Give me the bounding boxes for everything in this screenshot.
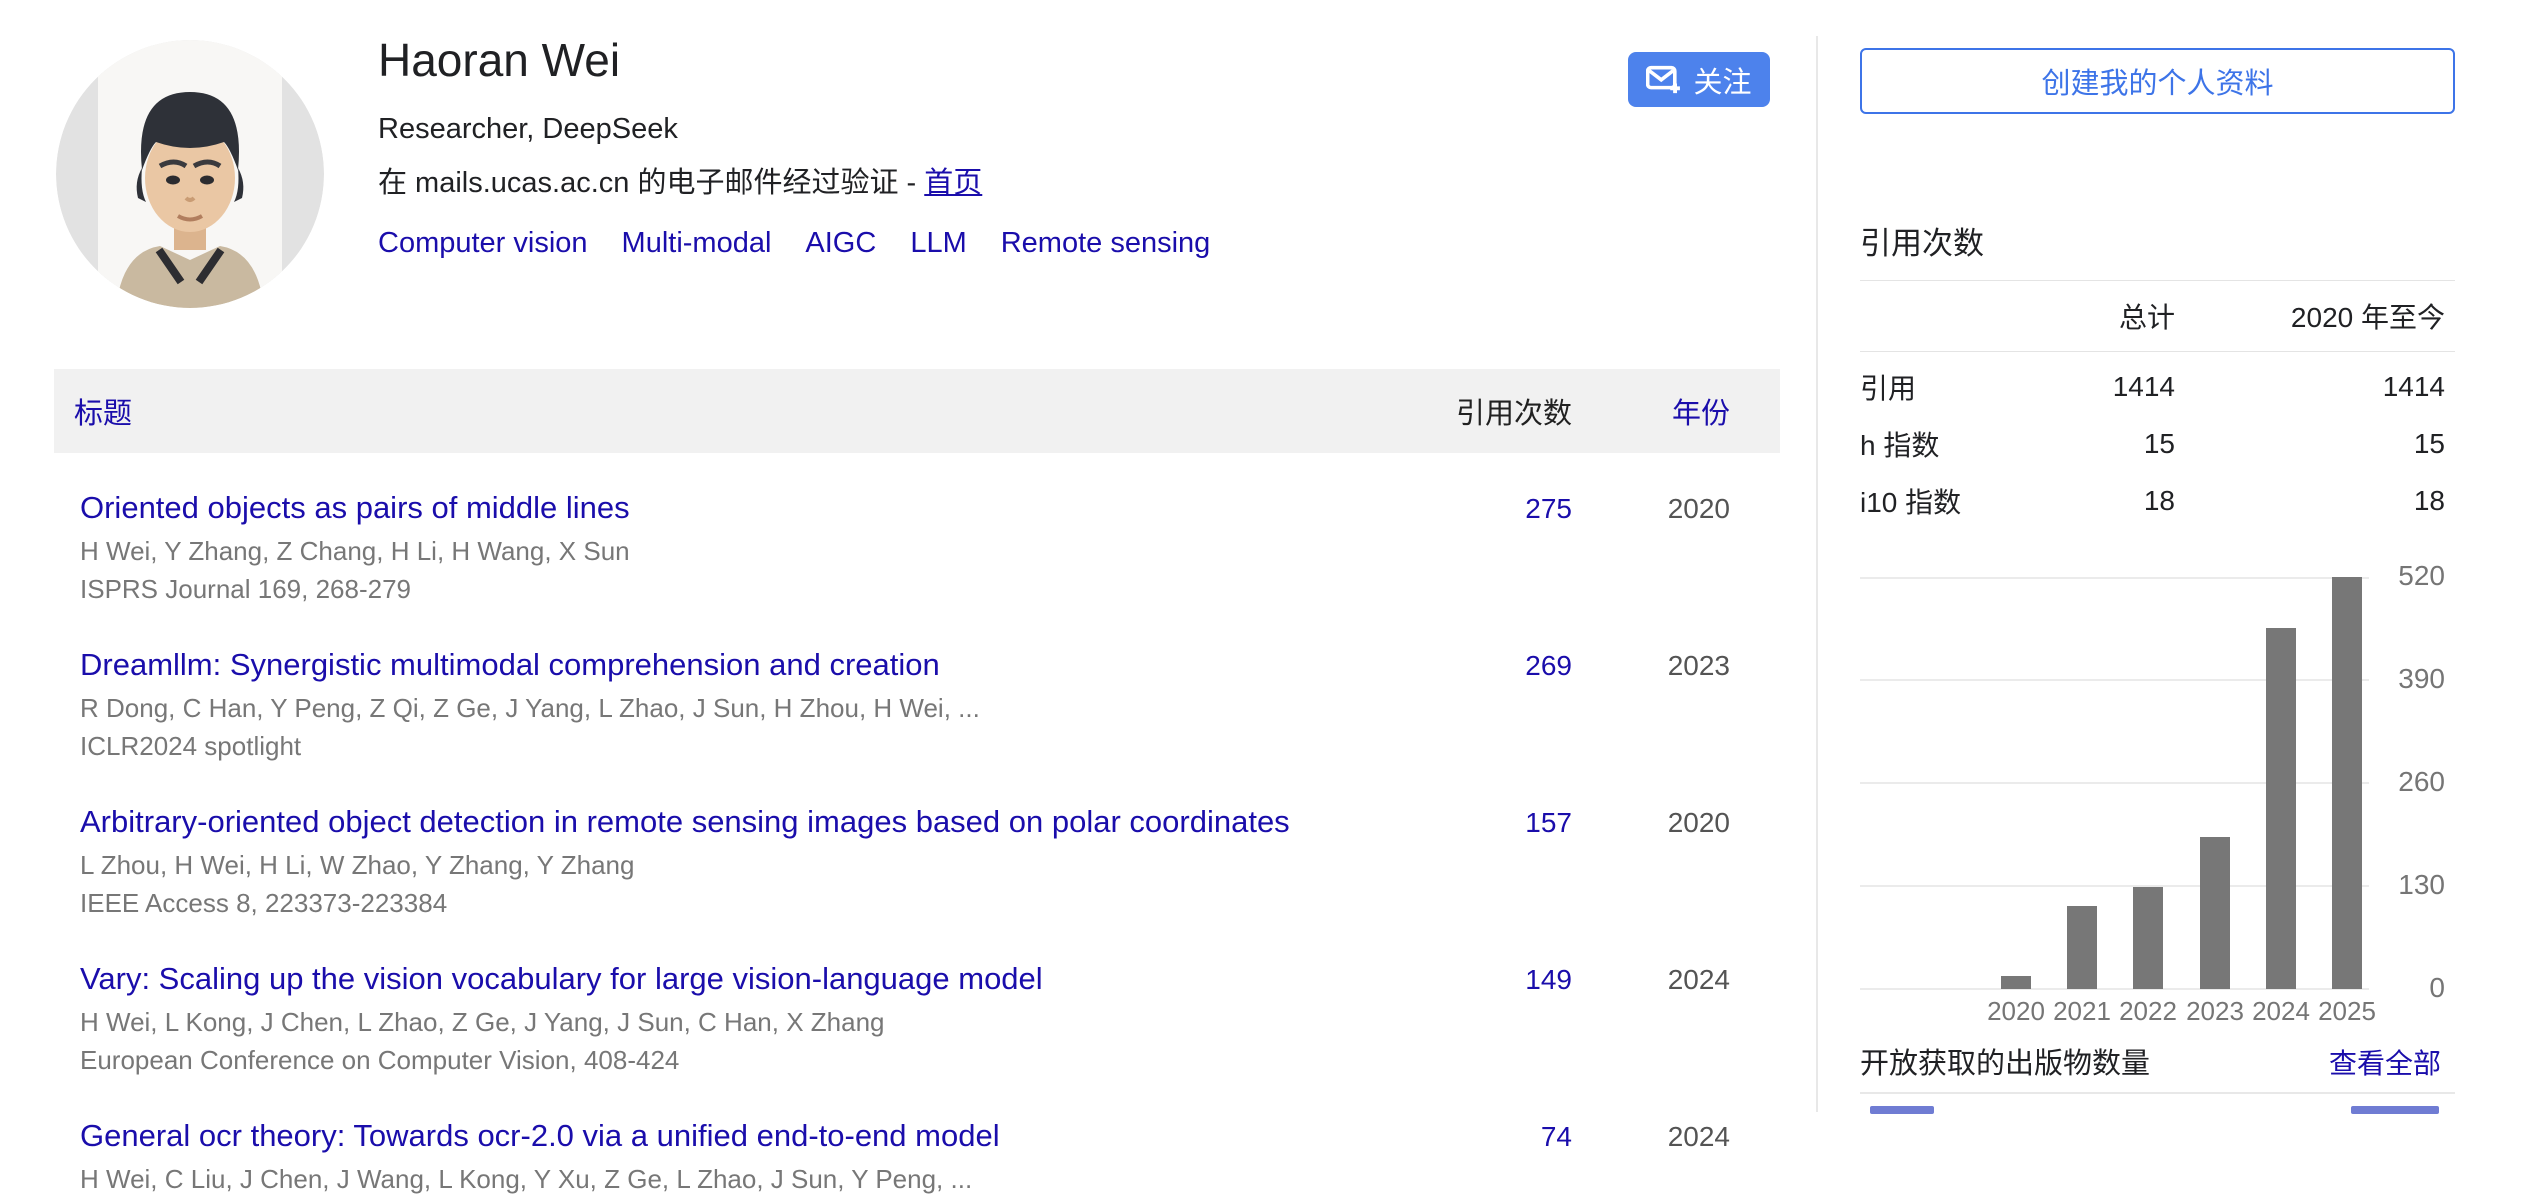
stats-row-citations: 引用 1414 1414: [1860, 358, 2455, 415]
publication-row: Oriented objects as pairs of middle line…: [54, 490, 1780, 605]
interest-tag[interactable]: Remote sensing: [1001, 227, 1211, 260]
verified-email-line: 在 mails.ucas.ac.cn 的电子邮件经过验证 - 首页: [378, 159, 1210, 201]
stats-total-value: 18: [1995, 485, 2175, 517]
citations-chart-plot: [1860, 577, 2369, 989]
publication-authors: R Dong, C Han, Y Peng, Z Qi, Z Ge, J Yan…: [80, 693, 1452, 724]
chart-bar[interactable]: [2001, 976, 2031, 989]
cutoff-text-sliver: [2351, 1106, 2439, 1114]
publication-title-link[interactable]: Vary: Scaling up the vision vocabulary f…: [80, 961, 1452, 997]
chart-gridline: [1860, 577, 2369, 579]
citation-stats-table: 总计 2020 年至今 引用 1414 1414 h 指数 15 15 i10 …: [1860, 280, 2455, 529]
citation-stats-header: 总计 2020 年至今: [1860, 281, 2455, 352]
publication-row: Vary: Scaling up the vision vocabulary f…: [54, 961, 1780, 1076]
cited-by-heading: 引用次数: [1860, 218, 1984, 263]
stats-row-i10-index: i10 指数 18 18: [1860, 472, 2455, 529]
publication-row: Arbitrary-oriented object detection in r…: [54, 804, 1780, 919]
publication-authors: H Wei, C Liu, J Chen, J Wang, L Kong, Y …: [80, 1164, 1452, 1195]
chart-x-tick-label: 2021: [2046, 996, 2118, 1027]
email-plus-icon: [1646, 65, 1682, 95]
interest-tags: Computer vision Multi-modal AIGC LLM Rem…: [378, 227, 1210, 260]
citation-count-link[interactable]: 275: [1525, 493, 1572, 524]
publication-venue: ISPRS Journal 169, 268-279: [80, 574, 1452, 605]
citation-count-link[interactable]: 74: [1541, 1121, 1572, 1152]
publications-table-header: 标题 引用次数 年份: [54, 369, 1780, 453]
publication-row: General ocr theory: Towards ocr-2.0 via …: [54, 1118, 1780, 1195]
chart-x-tick-label: 2022: [2112, 996, 2184, 1027]
profile-photo-image: [56, 40, 324, 308]
chart-bar[interactable]: [2133, 887, 2163, 989]
chart-y-tick-label: 130: [2355, 869, 2445, 901]
stats-total-value: 15: [1995, 428, 2175, 460]
open-access-heading: 开放获取的出版物数量: [1860, 1040, 2150, 1082]
publication-year: 2024: [1622, 961, 1780, 996]
interest-tag[interactable]: Multi-modal: [622, 227, 772, 260]
homepage-link[interactable]: 首页: [924, 167, 982, 199]
chart-y-tick-label: 520: [2355, 560, 2445, 592]
stats-label: h 指数: [1860, 424, 1995, 464]
stats-column-total: 总计: [1995, 296, 2175, 336]
chart-x-tick-label: 2024: [2245, 996, 2317, 1027]
publication-year: 2024: [1622, 1118, 1780, 1153]
profile-photo[interactable]: [56, 40, 324, 308]
stats-since-value: 1414: [2175, 371, 2455, 403]
sort-by-year-link[interactable]: 年份: [1672, 398, 1730, 430]
view-all-link[interactable]: 查看全部: [2329, 1042, 2441, 1082]
interest-tag[interactable]: AIGC: [805, 227, 876, 260]
publication-authors: H Wei, L Kong, J Chen, L Zhao, Z Ge, J Y…: [80, 1007, 1452, 1038]
publication-authors: L Zhou, H Wei, H Li, W Zhao, Y Zhang, Y …: [80, 850, 1452, 881]
chart-bar[interactable]: [2067, 906, 2097, 989]
profile-name: Haoran Wei: [378, 33, 1210, 87]
publication-title-link[interactable]: Arbitrary-oriented object detection in r…: [80, 804, 1452, 840]
open-access-divider: [1860, 1092, 2455, 1094]
publication-year: 2020: [1622, 490, 1780, 525]
stats-since-value: 18: [2175, 485, 2455, 517]
citation-count-link[interactable]: 149: [1525, 964, 1572, 995]
publication-venue: IEEE Access 8, 223373-223384: [80, 888, 1452, 919]
publication-venue: European Conference on Computer Vision, …: [80, 1045, 1452, 1076]
publications-table: 标题 引用次数 年份 Oriented objects as pairs of …: [54, 369, 1780, 1195]
publication-venue: ICLR2024 spotlight: [80, 731, 1452, 762]
cutoff-text-sliver: [1870, 1106, 1934, 1114]
interest-tag[interactable]: Computer vision: [378, 227, 588, 260]
stats-column-since: 2020 年至今: [2175, 296, 2455, 336]
create-profile-button[interactable]: 创建我的个人资料: [1860, 48, 2455, 114]
chart-bar[interactable]: [2200, 837, 2230, 989]
follow-button[interactable]: 关注: [1628, 52, 1770, 107]
sort-by-citations-label: 引用次数: [1452, 390, 1622, 432]
profile-affiliation: Researcher, DeepSeek: [378, 113, 1210, 146]
publications-list: Oriented objects as pairs of middle line…: [54, 490, 1780, 1195]
chart-x-tick-label: 2025: [2311, 996, 2383, 1027]
follow-button-label: 关注: [1693, 59, 1751, 101]
chart-x-tick-label: 2020: [1980, 996, 2052, 1027]
sidebar-divider: [1816, 36, 1818, 1112]
stats-total-value: 1414: [1995, 371, 2175, 403]
publication-year: 2020: [1622, 804, 1780, 839]
publication-year: 2023: [1622, 647, 1780, 682]
chart-bar[interactable]: [2266, 628, 2296, 989]
publication-authors: H Wei, Y Zhang, Z Chang, H Li, H Wang, X…: [80, 536, 1452, 567]
stats-label: i10 指数: [1860, 481, 1995, 521]
citation-count-link[interactable]: 157: [1525, 807, 1572, 838]
sort-by-title-link[interactable]: 标题: [74, 398, 132, 430]
publication-title-link[interactable]: Oriented objects as pairs of middle line…: [80, 490, 1452, 526]
publication-row: Dreamllm: Synergistic multimodal compreh…: [54, 647, 1780, 762]
publication-title-link[interactable]: General ocr theory: Towards ocr-2.0 via …: [80, 1118, 1452, 1154]
chart-y-tick-label: 260: [2355, 766, 2445, 798]
verified-email-text: 在 mails.ucas.ac.cn 的电子邮件经过验证 -: [378, 167, 924, 199]
publication-title-link[interactable]: Dreamllm: Synergistic multimodal compreh…: [80, 647, 1452, 683]
chart-y-tick-label: 390: [2355, 663, 2445, 695]
interest-tag[interactable]: LLM: [910, 227, 966, 260]
stats-since-value: 15: [2175, 428, 2455, 460]
chart-x-tick-label: 2023: [2179, 996, 2251, 1027]
citations-sidebar: 创建我的个人资料 引用次数 总计 2020 年至今 引用 1414 1414 h…: [1860, 0, 2455, 1112]
citation-count-link[interactable]: 269: [1525, 650, 1572, 681]
stats-label: 引用: [1860, 367, 1995, 407]
stats-row-h-index: h 指数 15 15: [1860, 415, 2455, 472]
